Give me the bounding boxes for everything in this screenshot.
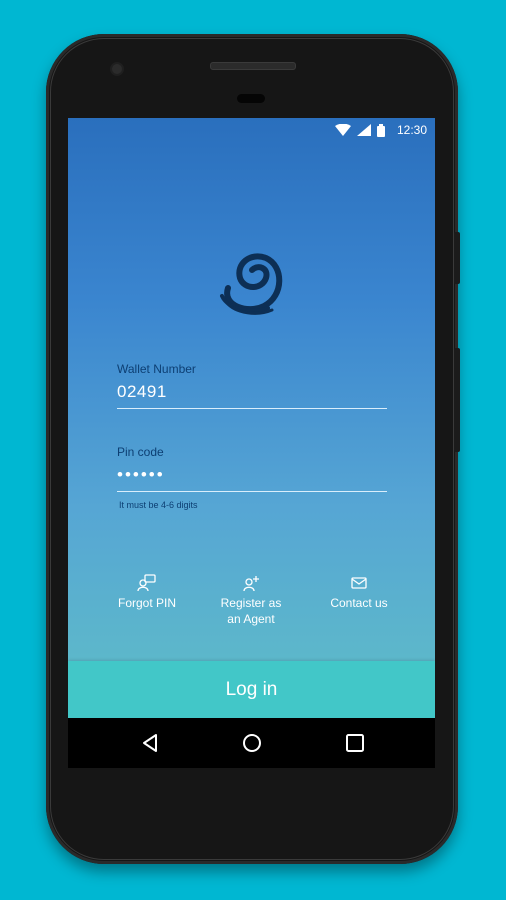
power-button bbox=[454, 232, 460, 284]
earpiece-speaker bbox=[210, 62, 296, 70]
wallet-number-label: Wallet Number bbox=[117, 362, 196, 376]
wallet-number-field[interactable]: Wallet Number 02491 bbox=[117, 362, 387, 409]
home-icon[interactable] bbox=[240, 731, 264, 755]
wallet-number-input[interactable]: 02491 bbox=[117, 382, 387, 402]
wifi-icon bbox=[334, 124, 351, 136]
status-time: 12:30 bbox=[396, 123, 427, 137]
front-camera bbox=[110, 62, 124, 76]
recents-icon[interactable] bbox=[343, 731, 367, 755]
forgot-pin-button[interactable]: Forgot PIN bbox=[102, 574, 192, 611]
envelope-icon bbox=[351, 577, 367, 589]
contact-us-label: Contact us bbox=[330, 596, 388, 610]
swirl-logo bbox=[220, 253, 283, 315]
pin-code-label: Pin code bbox=[117, 445, 164, 459]
pin-code-underline bbox=[117, 491, 387, 492]
battery-icon bbox=[376, 123, 385, 137]
volume-button bbox=[454, 348, 460, 452]
app-screen: 12:30 Wallet Number 02491 Pin code •••••… bbox=[68, 118, 435, 718]
signal-icon bbox=[356, 124, 371, 136]
add-person-icon bbox=[243, 576, 259, 592]
navigation-bar bbox=[68, 718, 435, 768]
forgot-pin-label: Forgot PIN bbox=[117, 596, 177, 610]
back-icon[interactable] bbox=[138, 731, 162, 755]
register-label-line2: an Agent bbox=[227, 612, 275, 626]
contact-us-button[interactable]: Contact us bbox=[314, 574, 404, 611]
proximity-sensor bbox=[237, 94, 265, 103]
forgot-pin-icon bbox=[137, 574, 156, 592]
status-bar: 12:30 bbox=[68, 118, 435, 142]
pin-code-field[interactable]: Pin code •••••• It must be 4-6 digits bbox=[117, 445, 387, 510]
pin-code-input[interactable]: •••••• bbox=[117, 465, 387, 485]
register-label-line1: Register as bbox=[220, 596, 282, 610]
pin-helper-text: It must be 4-6 digits bbox=[119, 500, 198, 510]
login-button[interactable]: Log in bbox=[68, 661, 435, 718]
wallet-number-underline bbox=[117, 408, 387, 409]
register-agent-button[interactable]: Register as an Agent bbox=[206, 574, 296, 627]
